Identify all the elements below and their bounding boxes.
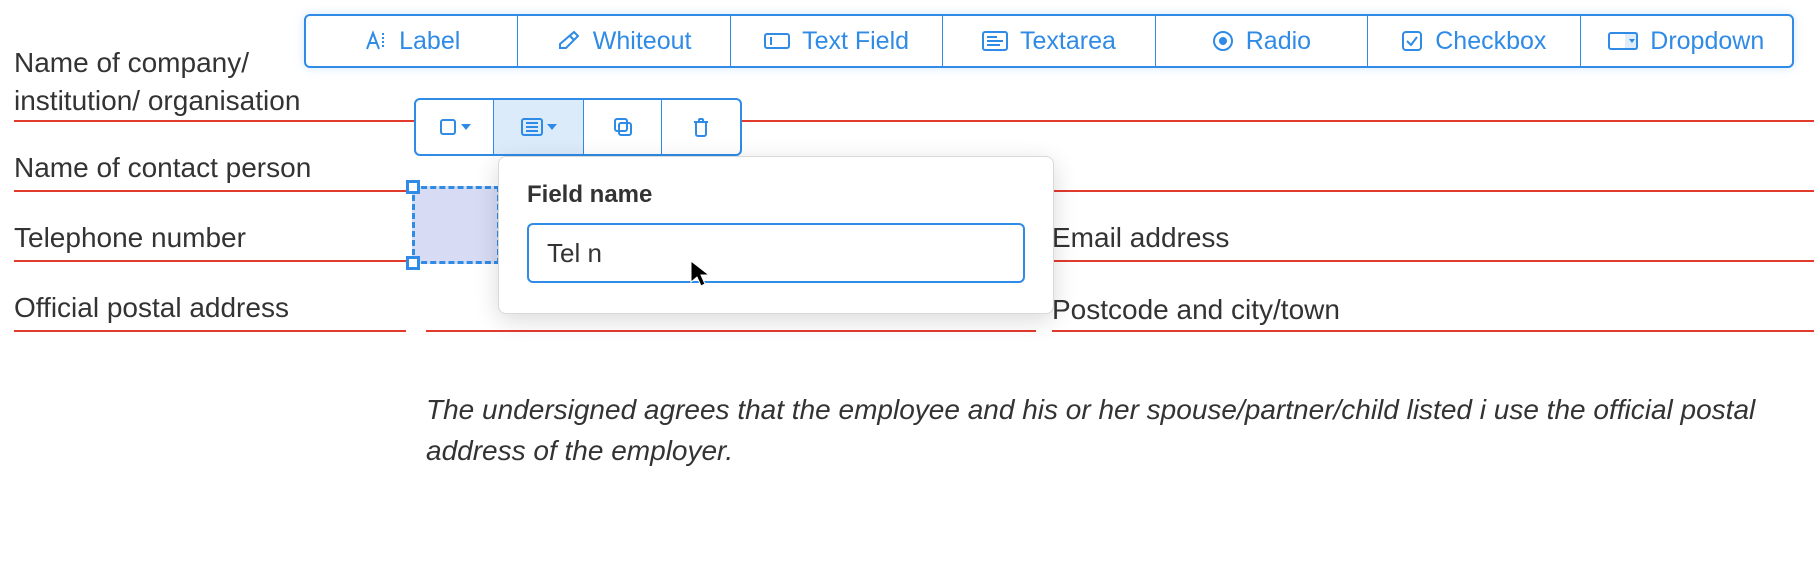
form-underline [1052, 260, 1814, 262]
field-name-label: Field name [527, 181, 1025, 209]
field-type-menu-button[interactable] [416, 100, 494, 154]
form-underline [14, 260, 406, 262]
label-icon [363, 29, 387, 53]
radio-tool-button[interactable]: Radio [1156, 16, 1368, 66]
textfield-tool-text: Text Field [802, 27, 909, 56]
whiteout-tool-button[interactable]: Whiteout [518, 16, 730, 66]
duplicate-button[interactable] [584, 100, 662, 154]
form-underline [14, 330, 406, 332]
eraser-icon [557, 29, 581, 53]
agreement-text: The undersigned agrees that the employee… [426, 390, 1804, 471]
chevron-down-icon [547, 124, 557, 130]
textarea-tool-button[interactable]: Textarea [943, 16, 1155, 66]
list-icon [521, 118, 543, 136]
textfield-tool-button[interactable]: Text Field [731, 16, 943, 66]
telephone-label: Telephone number [14, 222, 246, 254]
field-properties-menu-button[interactable] [494, 100, 584, 154]
resize-handle[interactable] [406, 256, 420, 270]
copy-icon [613, 117, 633, 137]
label-tool-button[interactable]: Label [306, 16, 518, 66]
delete-button[interactable] [662, 100, 740, 154]
form-underline [426, 330, 1036, 332]
form-underline [14, 120, 1814, 122]
company-label: Name of company/ institution/ organisati… [14, 44, 300, 120]
checkbox-icon [1401, 30, 1423, 52]
resize-handle[interactable] [406, 180, 420, 194]
field-name-popover: Field name [498, 156, 1054, 314]
dropdown-icon [1608, 31, 1638, 51]
email-label: Email address [1052, 222, 1229, 254]
textfield-icon [764, 31, 790, 51]
whiteout-tool-text: Whiteout [593, 27, 692, 56]
form-underline [1052, 330, 1814, 332]
label-tool-text: Label [399, 27, 460, 56]
radio-tool-text: Radio [1246, 27, 1311, 56]
square-icon [439, 118, 457, 136]
field-name-input[interactable] [527, 223, 1025, 283]
contact-label: Name of contact person [14, 152, 311, 184]
textarea-tool-text: Textarea [1020, 27, 1116, 56]
dropdown-tool-button[interactable]: Dropdown [1581, 16, 1792, 66]
trash-icon [692, 117, 710, 137]
checkbox-tool-text: Checkbox [1435, 27, 1546, 56]
postal-label: Official postal address [14, 292, 289, 324]
field-type-toolbar: Label Whiteout Text Field Textarea Radio… [304, 14, 1794, 68]
checkbox-tool-button[interactable]: Checkbox [1368, 16, 1580, 66]
selected-text-field[interactable] [412, 186, 500, 264]
radio-icon [1212, 30, 1234, 52]
field-actions-toolbar [414, 98, 742, 156]
chevron-down-icon [461, 124, 471, 130]
postcode-label: Postcode and city/town [1052, 294, 1340, 326]
textarea-icon [982, 31, 1008, 51]
dropdown-tool-text: Dropdown [1650, 27, 1764, 56]
